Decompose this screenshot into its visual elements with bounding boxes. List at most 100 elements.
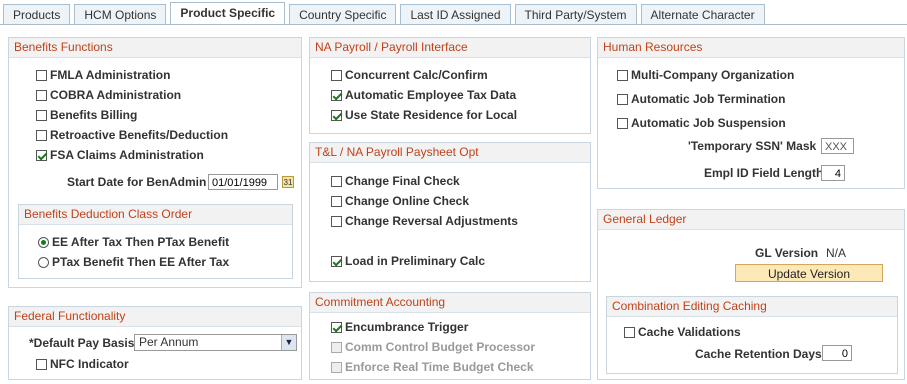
checkbox-label: Change Final Check <box>345 174 460 188</box>
checkbox-label: FSA Claims Administration <box>50 148 204 162</box>
checkbox[interactable] <box>36 89 47 101</box>
group-title: Human Resources <box>598 38 904 58</box>
tab-alternate-character[interactable]: Alternate Character <box>640 4 765 25</box>
change-final-check-checkbox-row[interactable]: Change Final Check <box>331 173 460 189</box>
pay-basis-select[interactable]: Per Annum ▼ <box>134 334 297 351</box>
radio-button[interactable] <box>38 256 49 268</box>
checkbox-label: Benefits Billing <box>50 108 138 122</box>
checkbox-label: COBRA Administration <box>50 88 182 102</box>
checkbox-label: Retroactive Benefits/Deduction <box>50 128 229 142</box>
tab-country-specific[interactable]: Country Specific <box>289 4 397 25</box>
cache-retention-label: Cache Retention Days <box>695 347 822 361</box>
temp-ssn-mask-input[interactable]: XXX <box>821 138 854 154</box>
checkbox-label: NFC Indicator <box>50 357 129 371</box>
checkbox[interactable] <box>331 195 342 207</box>
comm-control-budget-checkbox-row: Comm Control Budget Processor <box>331 339 535 355</box>
tab-divider <box>0 24 907 25</box>
checkbox-label: Automatic Employee Tax Data <box>345 88 517 102</box>
cobra-checkbox-row[interactable]: COBRA Administration <box>36 87 181 103</box>
tab-last-id-assigned[interactable]: Last ID Assigned <box>400 4 511 25</box>
checkbox-label: FMLA Administration <box>50 68 171 82</box>
checkbox[interactable] <box>36 69 47 81</box>
group-title: Commitment Accounting <box>310 293 590 313</box>
checkbox-label: Enforce Real Time Budget Check <box>345 360 534 374</box>
checkbox[interactable] <box>331 255 342 267</box>
concurrent-calc-checkbox-row[interactable]: Concurrent Calc/Confirm <box>331 67 488 83</box>
update-version-button[interactable]: Update Version <box>735 264 883 282</box>
group-title: General Ledger <box>598 210 904 230</box>
checkbox[interactable] <box>331 175 342 187</box>
checkbox[interactable] <box>331 321 342 333</box>
gl-version-label: GL Version <box>755 246 819 260</box>
checkbox[interactable] <box>624 326 635 338</box>
commitment-accounting-group: Commitment Accounting Encumbrance Trigge… <box>309 292 591 380</box>
chevron-down-icon[interactable]: ▼ <box>281 335 296 350</box>
checkbox[interactable] <box>36 358 47 370</box>
checkbox[interactable] <box>36 109 47 121</box>
tl-paysheet-group: T&L / NA Payroll Paysheet Opt Change Fin… <box>309 142 591 282</box>
change-online-check-checkbox-row[interactable]: Change Online Check <box>331 193 469 209</box>
tab-products[interactable]: Products <box>3 4 71 25</box>
radio-label: EE After Tax Then PTax Benefit <box>52 235 230 249</box>
emplid-length-input[interactable]: 4 <box>821 165 845 181</box>
checkbox <box>331 341 342 353</box>
checkbox[interactable] <box>331 109 342 121</box>
tab-product-specific[interactable]: Product Specific <box>170 2 286 25</box>
checkbox-label: Use State Residence for Local <box>345 108 518 122</box>
select-value: Per Annum <box>139 335 199 349</box>
state-residence-checkbox-row[interactable]: Use State Residence for Local <box>331 107 517 123</box>
auto-employee-tax-checkbox-row[interactable]: Automatic Employee Tax Data <box>331 87 516 103</box>
checkbox <box>331 361 342 373</box>
checkbox[interactable] <box>36 149 47 161</box>
cache-retention-input[interactable]: 0 <box>822 345 852 361</box>
tab-third-party-system[interactable]: Third Party/System <box>514 4 637 25</box>
combination-caching-group: Combination Editing Caching Cache Valida… <box>606 296 898 374</box>
checkbox[interactable] <box>617 69 628 81</box>
radio-ptax-benefit[interactable]: PTax Benefit Then EE After Tax <box>38 254 229 270</box>
checkbox[interactable] <box>617 117 628 129</box>
temp-ssn-mask-label: 'Temporary SSN' Mask <box>688 139 817 153</box>
encumbrance-trigger-checkbox-row[interactable]: Encumbrance Trigger <box>331 319 468 335</box>
checkbox[interactable] <box>331 89 342 101</box>
nfc-indicator-checkbox-row[interactable]: NFC Indicator <box>36 356 129 372</box>
checkbox-label: Change Online Check <box>345 194 470 208</box>
tab-bar: Products HCM Options Product Specific Co… <box>3 2 769 25</box>
general-ledger-group: General Ledger GL Version N/A Update Ver… <box>597 209 905 380</box>
retroactive-benefits-checkbox-row[interactable]: Retroactive Benefits/Deduction <box>36 127 228 143</box>
group-title: Benefits Functions <box>9 38 301 58</box>
multi-company-checkbox-row[interactable]: Multi-Company Organization <box>617 67 794 83</box>
start-date-input[interactable]: 01/01/1999 <box>208 174 278 190</box>
load-preliminary-calc-checkbox-row[interactable]: Load in Preliminary Calc <box>331 253 485 269</box>
emplid-length-label: Empl ID Field Length <box>704 166 824 180</box>
checkbox-label: Automatic Job Termination <box>631 92 786 106</box>
tab-hcm-options[interactable]: HCM Options <box>74 4 167 25</box>
start-date-label: Start Date for BenAdmin <box>67 175 207 189</box>
checkbox-label: Automatic Job Suspension <box>631 116 786 130</box>
auto-job-suspension-checkbox-row[interactable]: Automatic Job Suspension <box>617 115 786 131</box>
fmla-checkbox-row[interactable]: FMLA Administration <box>36 67 170 83</box>
change-reversal-checkbox-row[interactable]: Change Reversal Adjustments <box>331 213 518 229</box>
checkbox-label: Multi-Company Organization <box>631 68 795 82</box>
radio-ee-after-tax[interactable]: EE After Tax Then PTax Benefit <box>38 234 229 250</box>
group-title: T&L / NA Payroll Paysheet Opt <box>310 143 590 163</box>
group-title: Federal Functionality <box>9 307 301 327</box>
radio-label: PTax Benefit Then EE After Tax <box>52 255 230 269</box>
checkbox[interactable] <box>331 215 342 227</box>
fsa-claims-checkbox-row[interactable]: FSA Claims Administration <box>36 147 204 163</box>
radio-button[interactable] <box>38 236 49 248</box>
checkbox[interactable] <box>331 69 342 81</box>
enforce-budget-check-checkbox-row: Enforce Real Time Budget Check <box>331 359 534 375</box>
checkbox-label: Cache Validations <box>638 325 741 339</box>
checkbox[interactable] <box>36 129 47 141</box>
gl-version-value: N/A <box>826 246 847 260</box>
checkbox-label: Comm Control Budget Processor <box>345 340 536 354</box>
group-title: Combination Editing Caching <box>607 297 897 317</box>
benefits-billing-checkbox-row[interactable]: Benefits Billing <box>36 107 137 123</box>
calendar-icon[interactable]: 31 <box>282 176 294 188</box>
benefits-functions-group: Benefits Functions FMLA Administration C… <box>8 37 302 288</box>
checkbox[interactable] <box>617 93 628 105</box>
group-title: Benefits Deduction Class Order <box>19 205 292 225</box>
auto-job-termination-checkbox-row[interactable]: Automatic Job Termination <box>617 91 785 107</box>
checkbox-label: Change Reversal Adjustments <box>345 214 518 228</box>
cache-validations-checkbox-row[interactable]: Cache Validations <box>624 324 741 340</box>
